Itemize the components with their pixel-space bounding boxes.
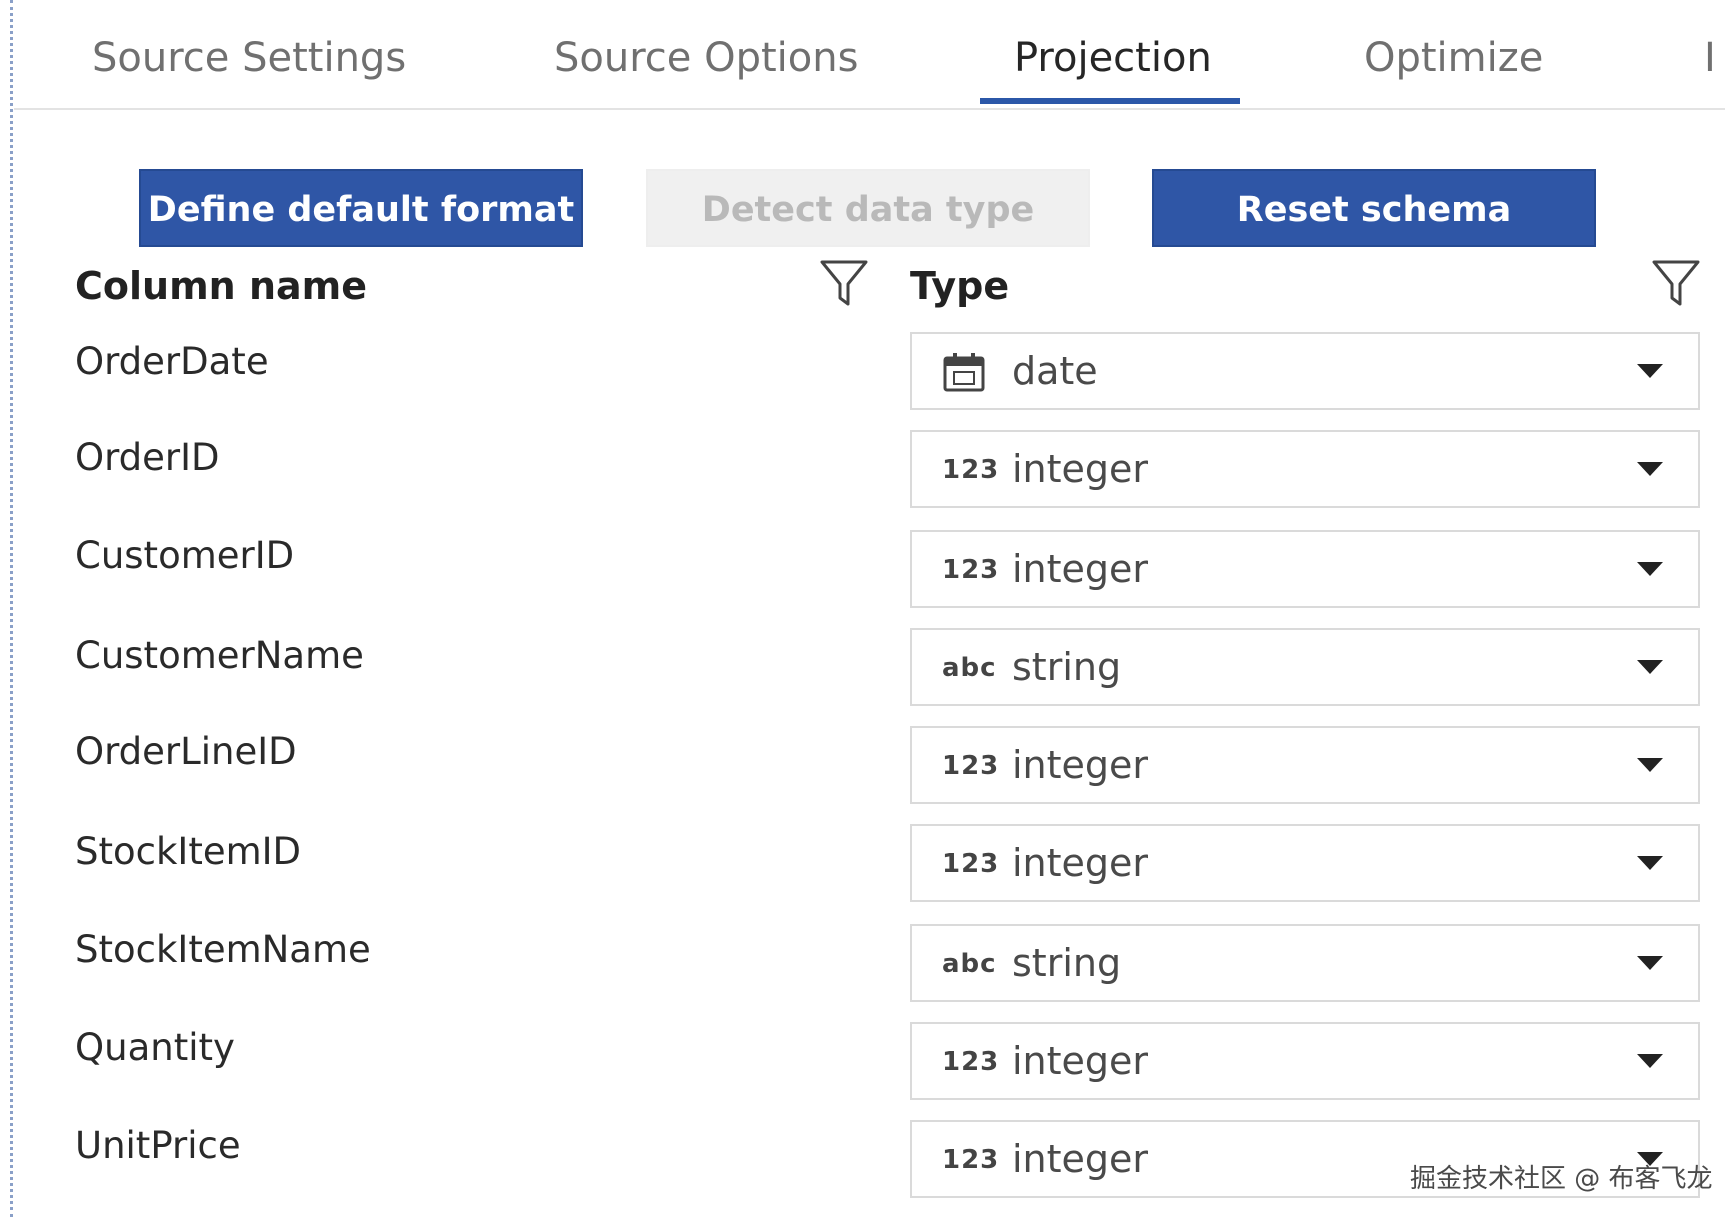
type-value: integer <box>1012 447 1149 491</box>
column-name: Quantity <box>75 1026 235 1069</box>
type-dropdown[interactable]: abc string <box>910 628 1700 706</box>
reset-schema-button[interactable]: Reset schema <box>1152 169 1596 247</box>
tab-inspect[interactable]: I <box>1704 30 1716 90</box>
type-dropdown[interactable]: 123 integer <box>910 430 1700 508</box>
column-name: StockItemName <box>75 928 371 971</box>
type-value: integer <box>1012 1039 1149 1083</box>
type-dropdown[interactable]: 123 integer <box>910 1022 1700 1100</box>
column-name: StockItemID <box>75 830 302 873</box>
tab-source-options[interactable]: Source Options <box>554 30 858 90</box>
chevron-down-icon <box>1637 1054 1663 1068</box>
tab-bar: Source Settings Source Options Projectio… <box>14 0 1725 110</box>
type-dropdown[interactable]: 123 integer <box>910 726 1700 804</box>
type-value: string <box>1012 941 1122 985</box>
column-name: CustomerName <box>75 634 364 677</box>
tab-optimize[interactable]: Optimize <box>1364 30 1543 90</box>
numeric-icon: 123 <box>942 849 1000 879</box>
type-value: string <box>1012 645 1122 689</box>
left-border <box>10 0 13 1217</box>
filter-icon[interactable] <box>818 258 870 310</box>
type-dropdown[interactable]: 123 integer <box>910 530 1700 608</box>
numeric-icon: 123 <box>942 1047 1000 1077</box>
type-value: integer <box>1012 1137 1149 1181</box>
column-name: OrderID <box>75 436 220 479</box>
active-tab-indicator <box>980 98 1240 104</box>
type-header: Type <box>910 264 1010 308</box>
numeric-icon: 123 <box>942 1145 1000 1175</box>
type-value: integer <box>1012 547 1149 591</box>
column-name: OrderDate <box>75 340 269 383</box>
define-default-format-button[interactable]: Define default format <box>139 169 583 247</box>
filter-icon[interactable] <box>1650 258 1702 310</box>
string-icon: abc <box>942 949 997 979</box>
type-value: integer <box>1012 841 1149 885</box>
type-dropdown[interactable]: 123 integer <box>910 824 1700 902</box>
type-value: date <box>1012 349 1098 393</box>
chevron-down-icon <box>1637 660 1663 674</box>
numeric-icon: 123 <box>942 751 1000 781</box>
tab-source-settings[interactable]: Source Settings <box>92 30 406 90</box>
column-name-header: Column name <box>75 264 368 308</box>
chevron-down-icon <box>1637 364 1663 378</box>
column-name: CustomerID <box>75 534 295 577</box>
type-dropdown[interactable]: date <box>910 332 1700 410</box>
chevron-down-icon <box>1637 758 1663 772</box>
column-name: OrderLineID <box>75 730 297 773</box>
calendar-icon <box>942 352 990 392</box>
numeric-icon: 123 <box>942 455 1000 485</box>
chevron-down-icon <box>1637 462 1663 476</box>
chevron-down-icon <box>1637 956 1663 970</box>
tab-projection[interactable]: Projection <box>1014 30 1212 90</box>
column-name: UnitPrice <box>75 1124 241 1167</box>
watermark: 掘金技术社区 @ 布客飞龙 <box>1410 1164 1713 1194</box>
chevron-down-icon <box>1637 856 1663 870</box>
type-value: integer <box>1012 743 1149 787</box>
type-dropdown[interactable]: abc string <box>910 924 1700 1002</box>
detect-data-type-button[interactable]: Detect data type <box>646 169 1090 247</box>
string-icon: abc <box>942 653 997 683</box>
numeric-icon: 123 <box>942 555 1000 585</box>
chevron-down-icon <box>1637 562 1663 576</box>
